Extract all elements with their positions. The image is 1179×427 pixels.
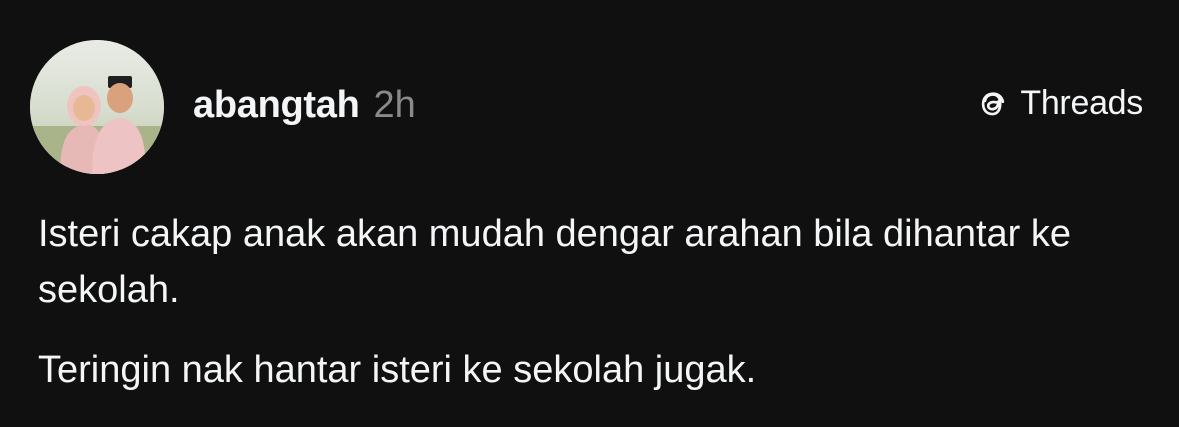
profile-photo [30,40,164,174]
post-timestamp: 2h [373,84,416,126]
threads-branding: Threads [974,84,1143,123]
post-paragraph: Teringin nak hantar isteri ke sekolah ju… [38,349,757,391]
author-username[interactable]: abangtah [193,84,360,127]
threads-logo-icon [974,85,1012,123]
post-author: abangtah 2h [193,84,416,127]
author-avatar[interactable] [30,40,164,174]
threads-brand-label: Threads [1020,84,1143,122]
threads-post-card: abangtah 2h Threads Isteri cakap anak ak… [0,0,1179,427]
post-body: Isteri cakap anak akan mudah dengar arah… [38,206,1138,398]
post-paragraph: Isteri cakap anak akan mudah dengar arah… [38,213,1072,311]
